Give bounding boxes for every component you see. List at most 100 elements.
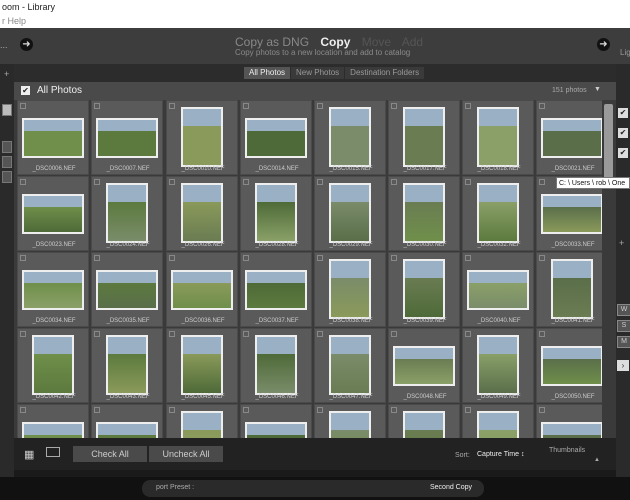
mode-copy[interactable]: Copy	[320, 35, 350, 49]
sort-select[interactable]: Capture Time ↕	[477, 451, 524, 458]
photo-checkbox[interactable]	[94, 407, 100, 413]
photo-checkbox[interactable]	[169, 255, 175, 261]
photo-checkbox[interactable]	[539, 331, 545, 337]
loupe-view-icon[interactable]	[46, 447, 60, 457]
photo-cell[interactable]: _DSC0047.NEF	[314, 328, 386, 403]
photo-checkbox[interactable]	[169, 407, 175, 413]
photo-checkbox[interactable]	[539, 103, 545, 109]
panel-checkbox[interactable]: ✔	[618, 148, 628, 158]
photo-cell[interactable]: _DSC0007.NEF	[91, 100, 163, 175]
panel-box-w[interactable]: W	[617, 304, 630, 316]
menu-help[interactable]: r Help	[0, 14, 630, 28]
panel-box[interactable]	[2, 171, 12, 183]
photo-checkbox[interactable]	[465, 103, 471, 109]
photo-cell[interactable]: _DSC0010.NEF	[166, 100, 238, 175]
photo-cell[interactable]	[240, 404, 312, 438]
photo-checkbox[interactable]	[20, 255, 26, 261]
tab-all-photos[interactable]: All Photos	[244, 67, 291, 79]
photo-checkbox[interactable]	[169, 179, 175, 185]
mode-add[interactable]: Add	[402, 35, 423, 49]
photo-checkbox[interactable]	[20, 407, 26, 413]
photo-checkbox[interactable]	[391, 255, 397, 261]
photo-checkbox[interactable]	[317, 255, 323, 261]
tab-destination-folders[interactable]: Destination Folders	[345, 67, 425, 79]
photo-cell[interactable]: _DSC0017.NEF	[388, 100, 460, 175]
arrow-left-icon[interactable]: ➜	[20, 38, 33, 51]
photo-cell[interactable]: _DSC0015.NEF	[314, 100, 386, 175]
photo-cell[interactable]: _DSC0030.NEF	[388, 176, 460, 251]
photo-checkbox[interactable]	[20, 179, 26, 185]
photo-checkbox[interactable]	[465, 179, 471, 185]
photo-cell[interactable]: _DSC0024.NEF	[91, 176, 163, 251]
photo-checkbox[interactable]	[391, 407, 397, 413]
panel-checkbox[interactable]: ✔	[618, 128, 628, 138]
photo-cell[interactable]: _DSC0049.NEF	[462, 328, 534, 403]
photo-checkbox[interactable]	[317, 179, 323, 185]
photo-cell[interactable]	[166, 404, 238, 438]
photo-cell[interactable]: _DSC0029.NEF	[314, 176, 386, 251]
photo-checkbox[interactable]	[169, 103, 175, 109]
photo-checkbox[interactable]	[94, 331, 100, 337]
select-all-checkbox[interactable]: ✔	[21, 86, 30, 95]
photo-checkbox[interactable]	[94, 255, 100, 261]
photo-cell[interactable]: _DSC0028.NEF	[240, 176, 312, 251]
photo-cell[interactable]	[462, 404, 534, 438]
photo-cell[interactable]: _DSC0021.NEF	[536, 100, 602, 175]
photo-cell[interactable]: _DSC0036.NEF	[166, 252, 238, 327]
photo-cell[interactable]: _DSC0042.NEF	[17, 328, 89, 403]
import-preset-bar[interactable]: port Preset : Second Copy	[142, 480, 484, 497]
photo-cell[interactable]: _DSC0032.NEF	[462, 176, 534, 251]
photo-checkbox[interactable]	[539, 255, 545, 261]
photo-cell[interactable]: _DSC0037.NEF	[240, 252, 312, 327]
check-all-button[interactable]: Check All	[73, 446, 147, 462]
photo-checkbox[interactable]	[391, 103, 397, 109]
plus-icon[interactable]: +	[4, 69, 9, 79]
grid-view-icon[interactable]: ▦	[24, 448, 34, 461]
ellipsis-text[interactable]: ...	[0, 40, 8, 50]
photo-cell[interactable]: _DSC0014.NEF	[240, 100, 312, 175]
expand-arrow-icon[interactable]: ›	[617, 360, 629, 371]
scroll-thumb[interactable]	[604, 104, 613, 180]
tab-new-photos[interactable]: New Photos	[291, 67, 345, 79]
photo-checkbox[interactable]	[391, 179, 397, 185]
panel-checkbox[interactable]: ✔	[618, 108, 628, 118]
photo-checkbox[interactable]	[317, 331, 323, 337]
panel-box[interactable]	[2, 104, 12, 116]
arrow-right-icon[interactable]: ➜	[597, 38, 610, 51]
preset-value[interactable]: Second Copy	[430, 484, 472, 491]
photo-checkbox[interactable]	[94, 179, 100, 185]
photo-cell[interactable]	[91, 404, 163, 438]
photo-cell[interactable]: _DSC0006.NEF	[17, 100, 89, 175]
photo-checkbox[interactable]	[243, 179, 249, 185]
photo-checkbox[interactable]	[243, 407, 249, 413]
panel-box[interactable]	[2, 141, 12, 153]
panel-box-s[interactable]: S	[617, 320, 630, 332]
photo-checkbox[interactable]	[20, 331, 26, 337]
plus-icon[interactable]: +	[619, 238, 624, 248]
photo-checkbox[interactable]	[317, 407, 323, 413]
photo-cell[interactable]: _DSC0045.NEF	[166, 328, 238, 403]
photo-checkbox[interactable]	[243, 255, 249, 261]
photo-cell[interactable]	[314, 404, 386, 438]
mode-move[interactable]: Move	[362, 35, 391, 49]
photo-checkbox[interactable]	[391, 331, 397, 337]
photo-checkbox[interactable]	[243, 103, 249, 109]
uncheck-all-button[interactable]: Uncheck All	[149, 446, 223, 462]
photo-checkbox[interactable]	[169, 331, 175, 337]
panel-box[interactable]	[2, 156, 12, 168]
photo-cell[interactable]: _DSC0018.NEF	[462, 100, 534, 175]
photo-cell[interactable]: _DSC0026.NEF	[166, 176, 238, 251]
photo-checkbox[interactable]	[539, 179, 545, 185]
photo-cell[interactable]: _DSC0048.NEF	[388, 328, 460, 403]
photo-cell[interactable]: _DSC0034.NEF	[17, 252, 89, 327]
photo-checkbox[interactable]	[20, 103, 26, 109]
mode-copy-dng[interactable]: Copy as DNG	[235, 35, 309, 49]
photo-cell[interactable]	[388, 404, 460, 438]
photo-cell[interactable]: _DSC0046.NEF	[240, 328, 312, 403]
photo-checkbox[interactable]	[243, 331, 249, 337]
thumbnail-slider[interactable]: ▲	[594, 457, 600, 463]
photo-checkbox[interactable]	[465, 331, 471, 337]
photo-cell[interactable]: _DSC0039.NEF	[388, 252, 460, 327]
photo-cell[interactable]: _DSC0050.NEF	[536, 328, 602, 403]
photo-cell[interactable]: _DSC0038.NEF	[314, 252, 386, 327]
